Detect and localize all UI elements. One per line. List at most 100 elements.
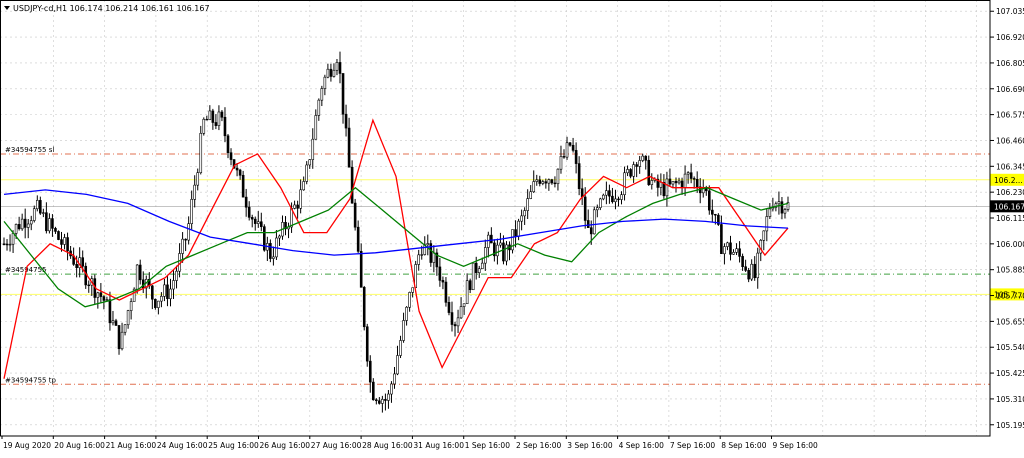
candle-body bbox=[515, 230, 517, 237]
candle-body bbox=[67, 238, 69, 251]
candle-body bbox=[227, 136, 229, 153]
symbol-ohlc-label: USDJPY-cd,H1 106.174 106.214 106.161 106… bbox=[13, 4, 210, 13]
candle-body bbox=[530, 192, 532, 199]
candle-body bbox=[118, 325, 120, 348]
candle-body bbox=[624, 173, 626, 195]
candle-body bbox=[203, 119, 205, 133]
candle-body bbox=[693, 178, 695, 179]
dropdown-triangle-icon[interactable] bbox=[4, 6, 10, 10]
candle-body bbox=[378, 401, 380, 404]
candle-body bbox=[272, 257, 274, 259]
candle-body bbox=[617, 199, 619, 200]
chart-canvas[interactable]: #34594755 sl106.2...#34594755105.7...#34… bbox=[0, 0, 1024, 454]
candle-body bbox=[160, 296, 162, 301]
candle-body bbox=[496, 245, 498, 256]
candle-body bbox=[363, 287, 365, 326]
x-tick-label: 28 Aug 16:00 bbox=[362, 441, 413, 450]
candle-body bbox=[387, 394, 389, 400]
candle-body bbox=[169, 289, 171, 299]
candle-body bbox=[711, 210, 713, 214]
price-chart[interactable]: #34594755 sl106.2...#34594755105.7...#34… bbox=[0, 0, 1024, 454]
candle-body bbox=[599, 199, 601, 208]
candle-body bbox=[194, 185, 196, 199]
y-tick-label: 106.345 bbox=[996, 162, 1024, 171]
y-tick-label: 105.540 bbox=[996, 343, 1024, 352]
candle-body bbox=[533, 182, 535, 192]
candle-body bbox=[330, 69, 332, 76]
candle-body bbox=[487, 235, 489, 247]
candle-body bbox=[669, 179, 671, 184]
candle-body bbox=[278, 236, 280, 238]
candle-body bbox=[536, 180, 538, 182]
candle-body bbox=[248, 207, 250, 217]
candle-body bbox=[569, 143, 571, 146]
y-tick-label: 106.115 bbox=[996, 214, 1024, 223]
candle-body bbox=[88, 285, 90, 286]
candle-body bbox=[300, 190, 302, 209]
y-tick-label: 106.460 bbox=[996, 136, 1024, 145]
candle-body bbox=[690, 173, 692, 179]
candle-body bbox=[109, 300, 111, 323]
y-tick-label: 105.425 bbox=[996, 369, 1024, 378]
y-tick-label: 106.805 bbox=[996, 59, 1024, 68]
candle-body bbox=[30, 221, 32, 224]
candle-body bbox=[64, 238, 66, 245]
candle-body bbox=[294, 205, 296, 208]
candle-body bbox=[303, 181, 305, 189]
candle-body bbox=[469, 281, 471, 290]
candle-body bbox=[463, 304, 465, 307]
y-tick-label: 106.575 bbox=[996, 111, 1024, 120]
candle-body bbox=[551, 180, 553, 183]
y-tick-label: 106.230 bbox=[996, 188, 1024, 197]
candle-body bbox=[726, 243, 728, 247]
candle-body bbox=[593, 210, 595, 234]
candle-body bbox=[106, 300, 108, 301]
candle-body bbox=[578, 164, 580, 189]
candle-body bbox=[708, 191, 710, 210]
candle-body bbox=[466, 281, 468, 304]
horizontal-levels[interactable]: #34594755 sl106.2...#34594755105.7...#34… bbox=[0, 146, 1024, 384]
candle-body bbox=[127, 311, 129, 325]
candle-body bbox=[242, 175, 244, 197]
candle-body bbox=[393, 374, 395, 384]
candle-body bbox=[157, 301, 159, 308]
candle-body bbox=[390, 384, 392, 394]
candle-body bbox=[315, 115, 317, 139]
candle-body bbox=[348, 128, 350, 167]
candle-body bbox=[327, 69, 329, 77]
candle-body bbox=[151, 286, 153, 299]
candle-body bbox=[182, 239, 184, 253]
candle-body bbox=[427, 244, 429, 245]
candle-body bbox=[197, 173, 199, 185]
candle-body bbox=[745, 267, 747, 271]
level-label: #34594755 tp bbox=[5, 376, 56, 384]
candle-body bbox=[324, 77, 326, 88]
candle-body bbox=[333, 70, 335, 76]
candle-body bbox=[499, 243, 501, 245]
candle-body bbox=[6, 244, 8, 245]
candle-body bbox=[524, 211, 526, 216]
x-tick-label: 1 Sep 16:00 bbox=[465, 441, 511, 450]
candle-body bbox=[720, 224, 722, 253]
candle-body bbox=[397, 355, 399, 373]
x-tick-label: 20 Aug 16:00 bbox=[54, 441, 105, 450]
candle-body bbox=[312, 139, 314, 159]
candle-body bbox=[12, 233, 14, 244]
candle-body bbox=[766, 217, 768, 231]
candle-body bbox=[403, 320, 405, 340]
candle-body bbox=[660, 182, 662, 187]
candle-body bbox=[705, 189, 707, 191]
x-tick-label: 4 Sep 16:00 bbox=[619, 441, 665, 450]
candle-body bbox=[351, 167, 353, 203]
candle-body bbox=[645, 156, 647, 160]
candle-body bbox=[433, 253, 435, 263]
candle-body bbox=[460, 307, 462, 318]
candle-body bbox=[112, 321, 114, 323]
candle-body bbox=[723, 247, 725, 254]
candle-body bbox=[442, 280, 444, 282]
candle-body bbox=[502, 243, 504, 261]
x-tick-label: 7 Sep 16:00 bbox=[670, 441, 716, 450]
candle-body bbox=[251, 217, 253, 219]
candle-body bbox=[518, 221, 520, 236]
candle-body bbox=[563, 156, 565, 157]
